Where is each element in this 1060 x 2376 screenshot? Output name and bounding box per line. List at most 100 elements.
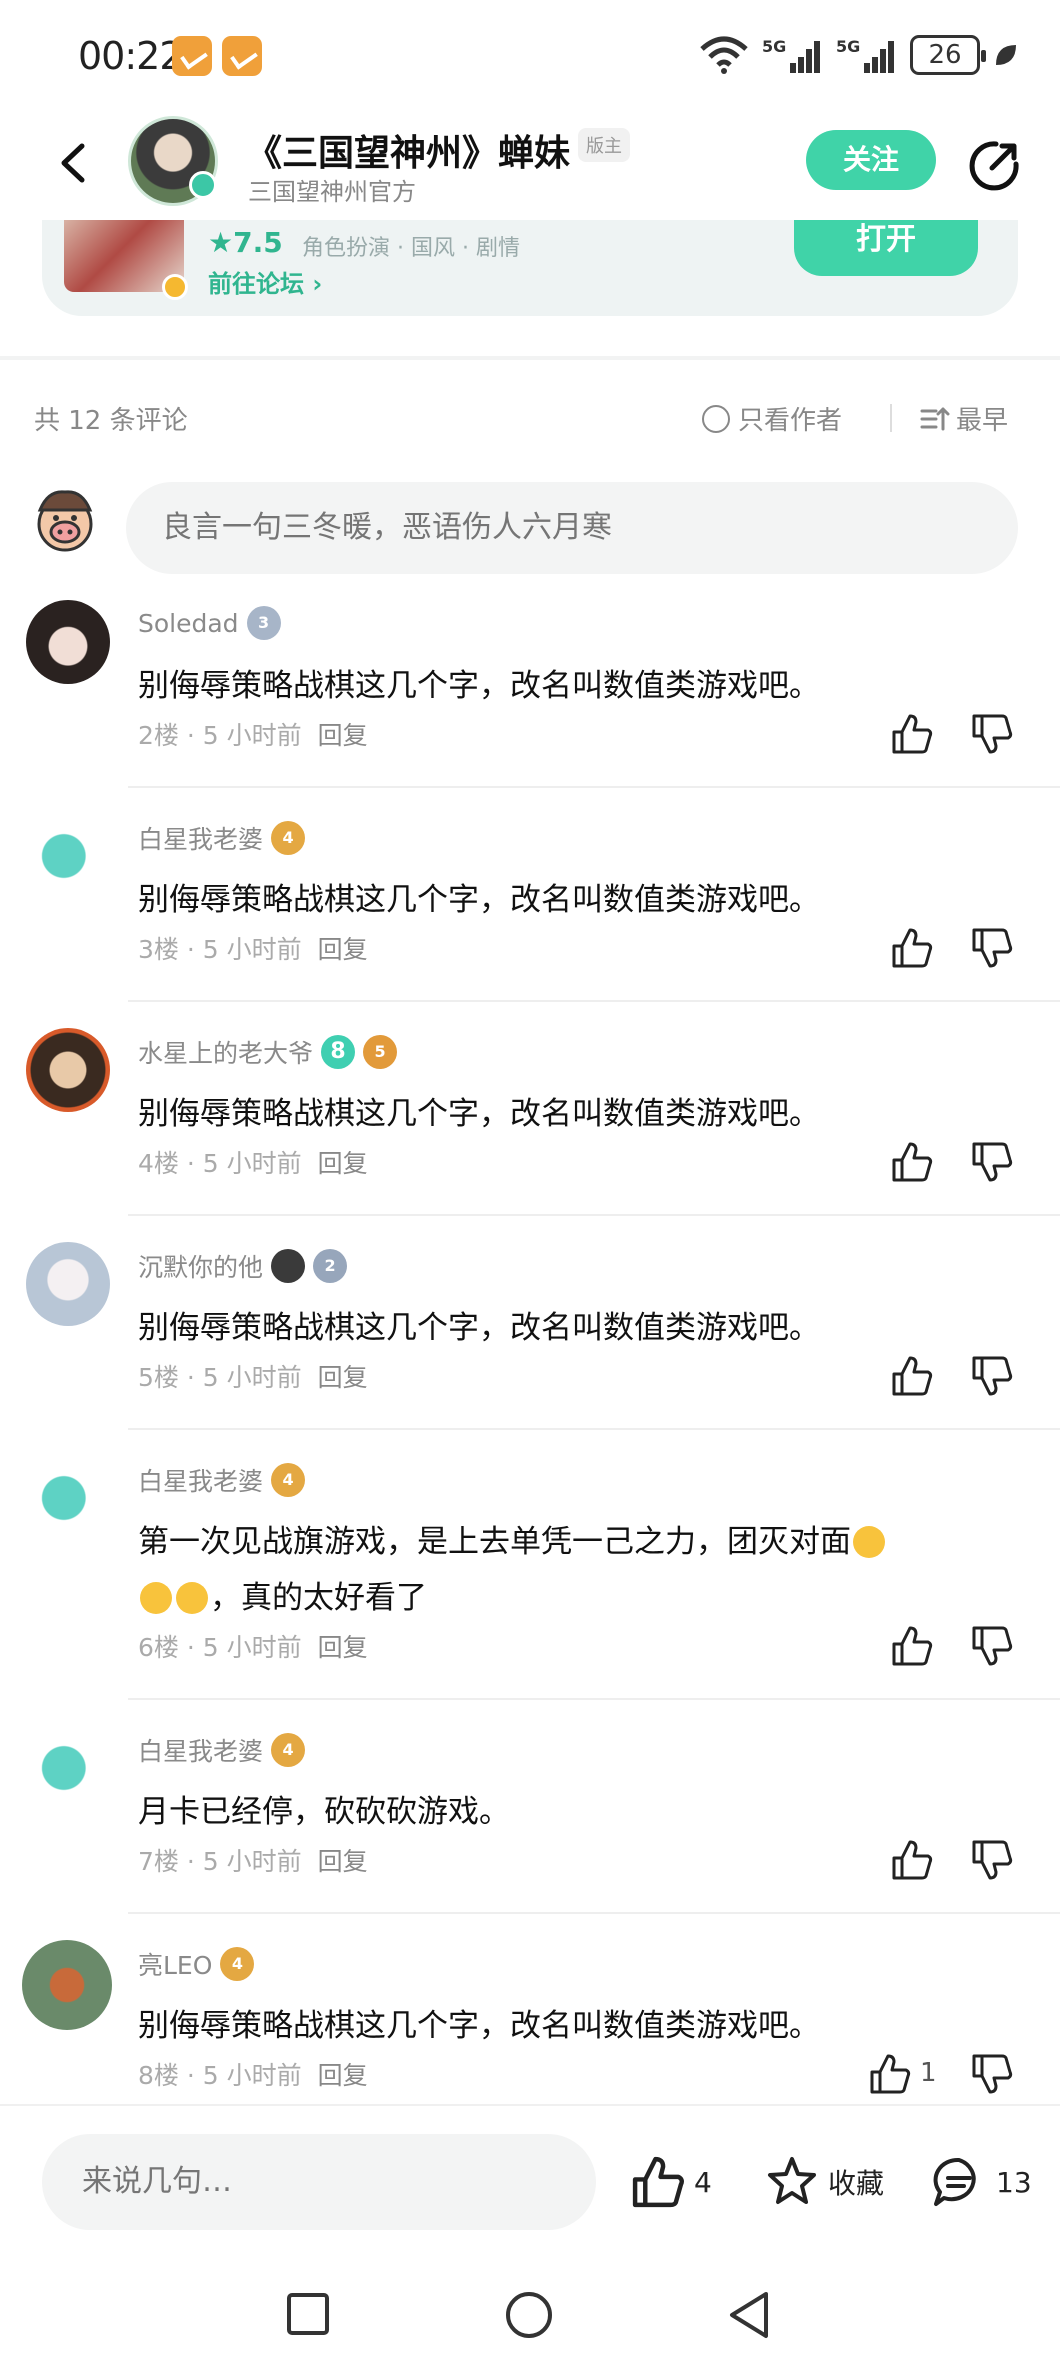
game-rating: ★7.5 (208, 226, 283, 259)
reply-button[interactable]: 回复 (318, 1633, 368, 1662)
favorite-button[interactable]: 收藏 (764, 2152, 884, 2212)
sort-icon (920, 407, 950, 430)
username[interactable]: Soledad (138, 609, 239, 638)
comment-meta: 2楼 · 5 小时前 回复 (138, 721, 368, 750)
sort-toggle[interactable]: 最早 (920, 400, 1008, 437)
dislike-icon[interactable] (970, 1838, 1014, 1882)
dislike-icon[interactable] (970, 1354, 1014, 1398)
user-avatar[interactable] (26, 1242, 110, 1326)
like-post-button[interactable]: 4 (630, 2152, 712, 2212)
comment-input[interactable] (126, 482, 1018, 574)
level-badge: 4 (271, 1463, 306, 1497)
dislike-icon[interactable] (970, 712, 1014, 756)
like-icon[interactable] (890, 1140, 934, 1184)
grin-emoji-icon (853, 1526, 885, 1558)
like-icon[interactable] (868, 2052, 912, 2096)
recent-apps-icon[interactable] (286, 2292, 330, 2336)
moderator-badge: 版主 (578, 128, 630, 162)
reply-button[interactable]: 回复 (318, 1149, 368, 1178)
author-only-toggle[interactable]: 只看作者 (702, 400, 842, 437)
like-icon (632, 2156, 684, 2208)
level-badge: 4 (271, 821, 306, 855)
comment-time: 5 小时前 (202, 1847, 302, 1876)
my-avatar (37, 490, 93, 552)
radio-icon[interactable] (702, 404, 730, 433)
floor-number: 8楼 (138, 2061, 179, 2090)
comment-divider (128, 1912, 1060, 1914)
like-count: 4 (694, 2165, 712, 2199)
like-count: 1 (920, 2058, 937, 2088)
user-avatar[interactable] (26, 1456, 110, 1540)
username[interactable]: 白星我老婆 (138, 820, 263, 856)
signal-icon: 5G (762, 35, 824, 75)
reply-button[interactable]: 回复 (318, 935, 368, 964)
like-icon[interactable] (890, 926, 934, 970)
user-avatar[interactable] (26, 1726, 110, 1810)
comment-divider (128, 1698, 1060, 1700)
user-avatar[interactable] (26, 814, 110, 898)
reply-button[interactable]: 回复 (318, 721, 368, 750)
like-icon[interactable] (890, 1624, 934, 1668)
username[interactable]: 沉默你的他 (138, 1248, 263, 1284)
comment-meta: 4楼 · 5 小时前 回复 (138, 1149, 368, 1178)
like-icon[interactable] (890, 1838, 934, 1882)
game-card[interactable]: ★7.5 角色扮演 · 国风 · 剧情 前往论坛 › 打开 (42, 220, 1018, 316)
floor-number: 4楼 (138, 1149, 179, 1178)
dislike-icon[interactable] (970, 1140, 1014, 1184)
signal-icon: 5G (836, 35, 898, 75)
reply-button[interactable]: 回复 (318, 1847, 368, 1876)
comment-text: 别侮辱策略战棋这几个字，改名叫数值类游戏吧。 (138, 882, 820, 918)
author-name[interactable]: 《三国望神州》蝉妹 (246, 124, 570, 176)
username[interactable]: 白星我老婆 (138, 1462, 263, 1498)
user-avatar[interactable] (26, 600, 110, 684)
comment-time: 5 小时前 (202, 1633, 302, 1662)
dislike-icon[interactable] (970, 2052, 1014, 2096)
follow-button[interactable]: 关注 (806, 130, 936, 190)
username[interactable]: 亮LEO (138, 1946, 212, 1982)
comment-text: 别侮辱策略战棋这几个字，改名叫数值类游戏吧。 (138, 2008, 820, 2044)
share-icon[interactable] (966, 138, 1022, 194)
sort-label: 最早 (956, 406, 1009, 436)
app-notification-icon (172, 36, 212, 76)
author-subtitle: 三国望神州官方 (248, 178, 416, 206)
comment-time: 5 小时前 (202, 935, 302, 964)
comment-divider (128, 1214, 1060, 1216)
level-badge: 4 (220, 1947, 255, 1981)
post-header: 《三国望神州》蝉妹 版主 三国望神州官方 关注 (0, 110, 1060, 220)
home-icon[interactable] (504, 2290, 554, 2340)
back-nav-icon[interactable] (726, 2290, 772, 2340)
user-avatar[interactable] (22, 1940, 112, 2030)
username[interactable]: 水星上的老大爷 (138, 1034, 313, 1070)
battery-icon: 26 (910, 35, 986, 75)
beard-badge-icon (271, 1249, 306, 1283)
user-avatar[interactable] (26, 1028, 110, 1112)
comment-meta: 6楼 · 5 小时前 回复 (138, 1633, 368, 1662)
open-game-button[interactable]: 打开 (794, 220, 978, 276)
author-only-label: 只看作者 (738, 406, 843, 436)
author-avatar[interactable] (128, 116, 218, 206)
like-icon[interactable] (890, 1354, 934, 1398)
comment-divider (128, 1428, 1060, 1430)
forum-link[interactable]: 前往论坛 › (208, 264, 322, 299)
leaf-icon (996, 45, 1016, 65)
dislike-icon[interactable] (970, 1624, 1014, 1668)
username[interactable]: 白星我老婆 (138, 1732, 263, 1768)
level-badge: 2 (313, 1249, 348, 1283)
like-icon[interactable] (890, 712, 934, 756)
comment-icon (933, 2157, 976, 2206)
reply-button[interactable]: 回复 (318, 2061, 368, 2090)
comment-total: 13 (996, 2165, 1032, 2199)
dislike-icon[interactable] (970, 926, 1014, 970)
reply-input[interactable] (42, 2134, 596, 2230)
floor-number: 7楼 (138, 1847, 179, 1876)
back-icon[interactable] (50, 138, 100, 188)
comment-text: 月卡已经停，砍砍砍游戏。 (138, 1794, 510, 1830)
comment-divider (128, 1000, 1060, 1002)
comments-button[interactable]: 13 (930, 2152, 1032, 2212)
comment-time: 5 小时前 (202, 2061, 302, 2090)
comment-text: 别侮辱策略战棋这几个字，改名叫数值类游戏吧。 (138, 1310, 820, 1346)
comment-count: 共 12 条评论 (34, 406, 188, 436)
reply-button[interactable]: 回复 (318, 1363, 368, 1392)
game-thumbnail (64, 220, 188, 300)
grin-emoji-icon (176, 1582, 208, 1614)
